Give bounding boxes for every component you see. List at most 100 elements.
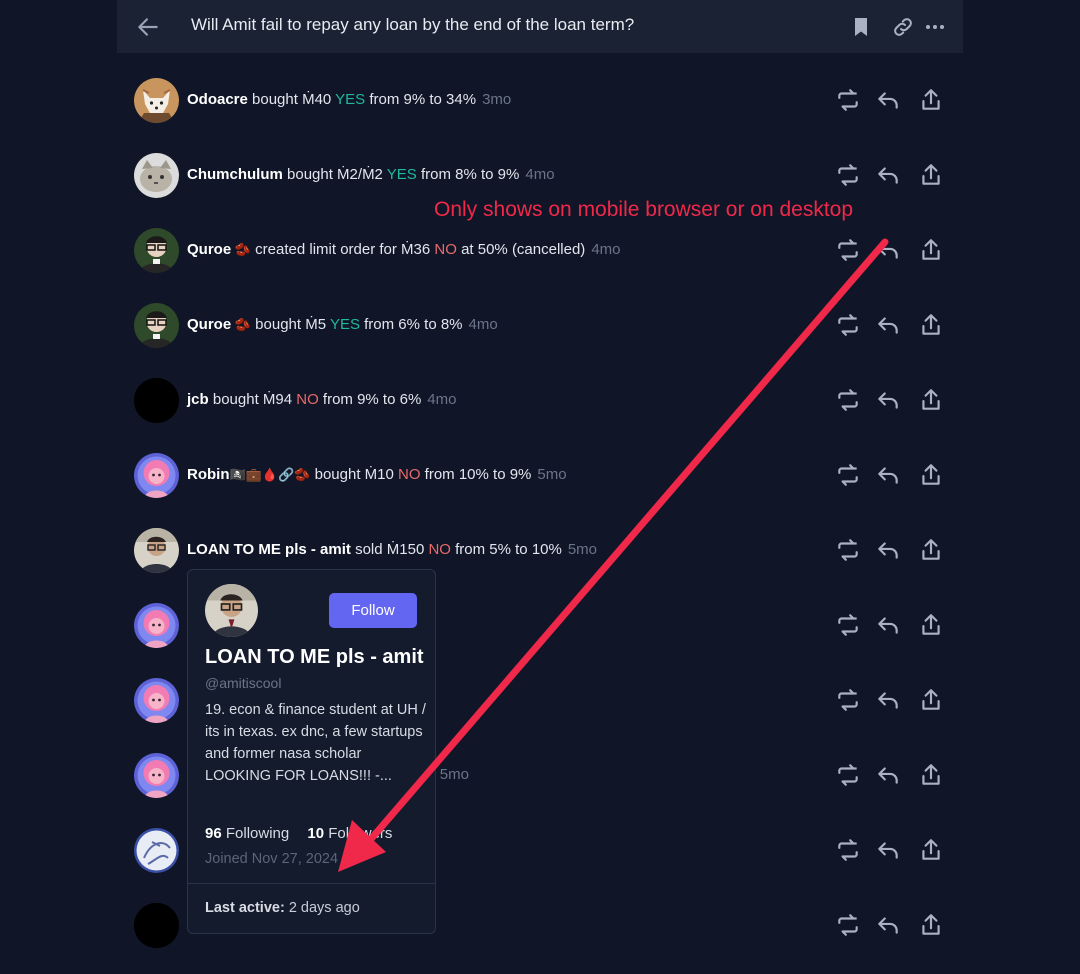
user-avatar[interactable] <box>134 453 179 498</box>
reply-icon[interactable] <box>875 612 901 638</box>
share-icon[interactable] <box>918 387 944 413</box>
reply-icon[interactable] <box>875 912 901 938</box>
username-link[interactable]: jcb <box>187 391 209 408</box>
username-link[interactable]: LOAN TO ME pls - amit <box>187 541 351 558</box>
user-avatar[interactable] <box>134 78 179 123</box>
back-arrow-icon[interactable] <box>135 14 161 40</box>
row-actions <box>835 762 947 790</box>
user-badges: 🫘 <box>231 317 251 332</box>
feed-row: Ṁ36/Ṁ25,000 NO at 10% (cancelled)5mo <box>0 738 1080 813</box>
activity-detail: from 10% to 9% <box>420 466 532 483</box>
link-icon[interactable] <box>891 15 915 39</box>
user-avatar[interactable] <box>134 753 179 798</box>
last-active: Last active: 2 days ago <box>205 900 360 916</box>
feed-row: O from 7% to 5%5mo <box>0 588 1080 663</box>
timestamp[interactable]: 5mo <box>537 466 566 483</box>
reply-icon[interactable] <box>875 87 901 113</box>
activity-text: Odoacre bought Ṁ40 YES from 9% to 34% 3mo <box>187 91 511 108</box>
repost-icon[interactable] <box>835 837 861 863</box>
row-actions <box>835 237 947 265</box>
reply-icon[interactable] <box>875 762 901 788</box>
username-link[interactable]: Robin <box>187 466 230 483</box>
activity-detail: sold Ṁ150 <box>350 541 429 558</box>
reply-icon[interactable] <box>875 462 901 488</box>
row-actions <box>835 912 947 940</box>
following-label: Following <box>221 825 290 842</box>
timestamp[interactable]: 4mo <box>591 241 620 258</box>
repost-icon[interactable] <box>835 537 861 563</box>
repost-icon[interactable] <box>835 387 861 413</box>
timestamp[interactable]: 4mo <box>469 316 498 333</box>
repost-icon[interactable] <box>835 912 861 938</box>
share-icon[interactable] <box>918 762 944 788</box>
user-avatar[interactable] <box>134 528 179 573</box>
feed-row: Robin🏴‍☠️💼🩸🔗🫘 bought Ṁ10 NO from 10% to … <box>0 438 1080 513</box>
outcome-label: YES <box>386 166 417 183</box>
user-avatar[interactable] <box>134 228 179 273</box>
user-avatar[interactable] <box>134 903 179 948</box>
user-avatar[interactable] <box>134 678 179 723</box>
repost-icon[interactable] <box>835 237 861 263</box>
username-link[interactable]: Chumchulum <box>187 166 283 183</box>
timestamp[interactable]: 5mo <box>440 766 469 783</box>
row-actions <box>835 462 947 490</box>
profile-name[interactable]: LOAN TO ME pls - amit <box>205 646 424 669</box>
share-icon[interactable] <box>918 912 944 938</box>
reply-icon[interactable] <box>875 312 901 338</box>
activity-detail: bought Ṁ2/Ṁ2 <box>282 166 387 183</box>
repost-icon[interactable] <box>835 762 861 788</box>
username-link[interactable]: Odoacre <box>187 91 248 108</box>
following-link[interactable]: 96 Following <box>205 825 289 842</box>
username-link[interactable]: Quroe <box>187 316 231 333</box>
repost-icon[interactable] <box>835 312 861 338</box>
activity-detail: from 9% to 6% <box>318 391 422 408</box>
row-actions <box>835 87 947 115</box>
followers-link[interactable]: 10 Followers <box>307 825 392 842</box>
bookmark-icon[interactable] <box>849 15 873 39</box>
user-avatar[interactable] <box>134 603 179 648</box>
user-avatar[interactable] <box>134 828 179 873</box>
timestamp[interactable]: 4mo <box>525 166 554 183</box>
repost-icon[interactable] <box>835 462 861 488</box>
reply-icon[interactable] <box>875 387 901 413</box>
reply-icon[interactable] <box>875 837 901 863</box>
outcome-label: NO <box>296 391 319 408</box>
row-actions <box>835 387 947 415</box>
annotation-text: Only shows on mobile browser or on deskt… <box>434 198 854 221</box>
share-icon[interactable] <box>918 537 944 563</box>
timestamp[interactable]: 4mo <box>427 391 456 408</box>
repost-icon[interactable] <box>835 87 861 113</box>
outcome-label: NO <box>434 241 457 258</box>
reply-icon[interactable] <box>875 687 901 713</box>
repost-icon[interactable] <box>835 162 861 188</box>
row-actions <box>835 687 947 715</box>
follow-button[interactable]: Follow <box>329 593 417 628</box>
repost-icon[interactable] <box>835 687 861 713</box>
user-avatar[interactable] <box>134 378 179 423</box>
share-icon[interactable] <box>918 462 944 488</box>
username-link[interactable]: Quroe <box>187 241 231 258</box>
share-icon[interactable] <box>918 237 944 263</box>
reply-icon[interactable] <box>875 162 901 188</box>
feed-row: Odoacre bought Ṁ40 YES from 9% to 34% 3mo <box>0 63 1080 138</box>
share-icon[interactable] <box>918 312 944 338</box>
row-actions <box>835 537 947 565</box>
profile-avatar[interactable] <box>205 584 258 637</box>
feed-row: jcb bought Ṁ94 NO from 9% to 6% 4mo <box>0 363 1080 438</box>
share-icon[interactable] <box>918 837 944 863</box>
reply-icon[interactable] <box>875 537 901 563</box>
reply-icon[interactable] <box>875 237 901 263</box>
share-icon[interactable] <box>918 612 944 638</box>
activity-text: Quroe 🫘 created limit order for Ṁ36 NO a… <box>187 241 621 258</box>
share-icon[interactable] <box>918 162 944 188</box>
outcome-label: NO <box>428 541 451 558</box>
repost-icon[interactable] <box>835 612 861 638</box>
share-icon[interactable] <box>918 687 944 713</box>
activity-detail: from 6% to 8% <box>359 316 463 333</box>
timestamp[interactable]: 5mo <box>568 541 597 558</box>
share-icon[interactable] <box>918 87 944 113</box>
more-icon[interactable] <box>923 15 947 39</box>
user-avatar[interactable] <box>134 303 179 348</box>
timestamp[interactable]: 3mo <box>482 91 511 108</box>
user-avatar[interactable] <box>134 153 179 198</box>
